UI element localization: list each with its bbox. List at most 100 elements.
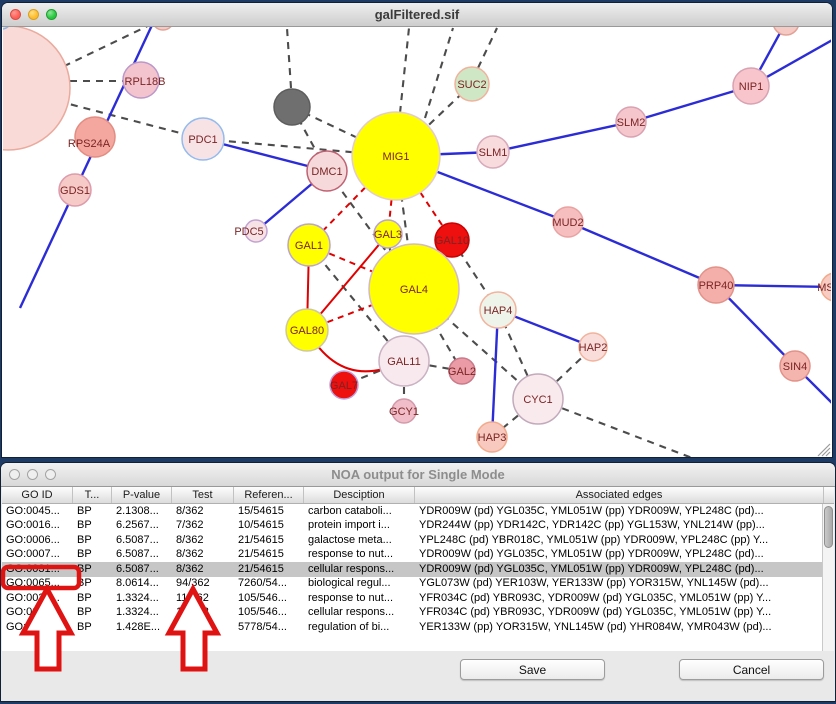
graph-node-topp[interactable] — [152, 27, 174, 30]
graph-node-label: PRP40 — [699, 280, 734, 292]
cell: 11/362 — [176, 591, 233, 606]
resize-grip[interactable] — [826, 452, 830, 456]
graph-node-big[interactable] — [3, 27, 70, 150]
column-header-go-id[interactable]: GO ID — [2, 487, 73, 503]
cell: YFR034C (pd) YBR093C, YDR009W (pd) YGL03… — [419, 591, 823, 606]
cell: 6.5087... — [116, 562, 171, 577]
cell: BP — [77, 533, 111, 548]
graph-node-label: GAL4 — [400, 284, 428, 296]
graph-node-label: MSI — [817, 282, 831, 294]
save-button[interactable]: Save — [460, 659, 605, 680]
graph-edge — [400, 28, 409, 113]
graph-edge — [568, 222, 716, 285]
column-header-associated-edges[interactable]: Associated edges — [415, 487, 824, 503]
window-title: galFiltered.sif — [375, 7, 460, 22]
graph-node-label: RPL18B — [125, 76, 166, 88]
cell: YER133W (pp) YOR315W, YNL145W (pd) YHR08… — [419, 620, 823, 635]
column-header-test[interactable]: Test — [172, 487, 234, 503]
network-window: galFiltered.sif RPL18BRPS24AGDS1PDC1MIG1… — [2, 3, 832, 457]
cell: 6.2567... — [116, 518, 171, 533]
cell: YPL248C (pd) YBR018C, YML051W (pp) YDR00… — [419, 533, 823, 548]
graph-edge — [493, 122, 631, 152]
table-row[interactable]: GO:0065...BP8.0614...94/3627260/54...bio… — [2, 576, 834, 591]
graph-edge — [492, 310, 498, 437]
scrollbar-thumb[interactable] — [824, 506, 833, 548]
table-row[interactable]: GO:0031...BP1.3324...11/362105/546...res… — [2, 591, 834, 606]
cell: 8/362 — [176, 562, 233, 577]
cell: GO:0031... — [6, 591, 72, 606]
minimize-button[interactable] — [27, 469, 38, 480]
graph-node-rps24a[interactable] — [75, 117, 115, 157]
cell: GO:0006... — [6, 533, 72, 548]
column-header-scroll[interactable] — [824, 487, 835, 503]
table-row[interactable]: GO:0045...BP2.1308...8/36215/54615carbon… — [2, 504, 834, 519]
cell: 8/362 — [176, 547, 233, 562]
graph-node-label: MUD2 — [552, 217, 583, 229]
cell: 6.5087... — [116, 547, 171, 562]
cell: YDR009W (pd) YGL035C, YML051W (pp) YDR00… — [419, 562, 823, 577]
graph-edge — [478, 28, 497, 68]
graph-node-label: SLM1 — [479, 147, 508, 159]
graph-node-label: HAP2 — [579, 342, 608, 354]
table-row[interactable]: GO:0016...BP6.2567...7/36210/54615protei… — [2, 518, 834, 533]
graph-node-label: GAL7 — [330, 380, 358, 392]
column-header-p-value[interactable]: P-value — [112, 487, 172, 503]
cell: GO:0050... — [6, 620, 72, 635]
cell: regulation of bi... — [308, 620, 414, 635]
cell: BP — [77, 605, 111, 620]
graph-node-label: HAP3 — [478, 432, 507, 444]
cell: protein import i... — [308, 518, 414, 533]
minimize-button[interactable] — [28, 9, 39, 20]
graph-node-label: GAL1 — [295, 240, 323, 252]
table-row[interactable]: GO:0006... BP 6.5087... 8/362 21/54615 galact… — [2, 533, 834, 548]
cell: 11/362 — [176, 605, 233, 620]
close-button[interactable] — [10, 9, 21, 20]
table-row[interactable]: GO:0031...BP6.5087...8/36221/54615cellul… — [2, 562, 834, 577]
noa-window-titlebar: NOA output for Single Mode — [1, 463, 835, 487]
close-button[interactable] — [9, 469, 20, 480]
button-panel: Save Cancel — [2, 651, 834, 701]
cell: BP — [77, 518, 111, 533]
graph-node-label: GAL11 — [387, 356, 420, 368]
graph-edge — [631, 86, 751, 122]
resize-grip[interactable] — [822, 448, 830, 456]
cell: 80/362 — [176, 620, 233, 635]
graph-node-label: DMC1 — [311, 166, 342, 178]
cell: 6.5087... — [116, 533, 171, 548]
cell: 105/546... — [238, 591, 303, 606]
network-graph[interactable]: RPL18BRPS24AGDS1PDC1MIG1DMC1SUC2SLM1SLM2… — [3, 27, 831, 457]
cell: 105/546... — [238, 605, 303, 620]
table-row[interactable]: GO:0031...BP1.3324...11/362105/546...cel… — [2, 605, 834, 620]
window-controls — [10, 3, 57, 26]
table-scrollbar[interactable] — [822, 504, 834, 651]
cell: 21/54615 — [238, 547, 303, 562]
graph-node-topr[interactable] — [773, 27, 799, 35]
noa-output-window: NOA output for Single Mode GO IDT...P-va… — [1, 463, 835, 701]
zoom-button[interactable] — [45, 469, 56, 480]
cell: 15/54615 — [238, 504, 303, 519]
cell: YDR244W (pp) YDR142C, YDR142C (pp) YGL15… — [419, 518, 823, 533]
cell: YGL073W (pd) YER103W, YER133W (pp) YOR31… — [419, 576, 823, 591]
column-header-desciption[interactable]: Desciption — [304, 487, 415, 503]
cell: 8/362 — [176, 533, 233, 548]
cell: response to nut... — [308, 547, 414, 562]
graph-node-label: NIP1 — [739, 81, 763, 93]
cell: BP — [77, 620, 111, 635]
cell: GO:0031... — [6, 605, 72, 620]
table-row[interactable]: GO:0050...BP1.428E...80/3625778/54...reg… — [2, 620, 834, 635]
network-canvas[interactable]: RPL18BRPS24AGDS1PDC1MIG1DMC1SUC2SLM1SLM2… — [3, 27, 831, 457]
cell: 94/362 — [176, 576, 233, 591]
column-header-t-[interactable]: T... — [73, 487, 112, 503]
graph-node-label: MIG1 — [383, 151, 410, 163]
cell: 1.428E... — [116, 620, 171, 635]
cell: 21/54615 — [238, 533, 303, 548]
table-row[interactable]: GO:0007...BP6.5087...8/36221/54615respon… — [2, 547, 834, 562]
graph-node-gray[interactable] — [274, 89, 310, 125]
column-header-referen-[interactable]: Referen... — [234, 487, 304, 503]
cancel-button[interactable]: Cancel — [679, 659, 824, 680]
graph-node-label: PDC5 — [234, 226, 263, 238]
graph-edge — [425, 28, 453, 118]
zoom-button[interactable] — [46, 9, 57, 20]
cell: cellular respons... — [308, 605, 414, 620]
cell: galactose meta... — [308, 533, 414, 548]
